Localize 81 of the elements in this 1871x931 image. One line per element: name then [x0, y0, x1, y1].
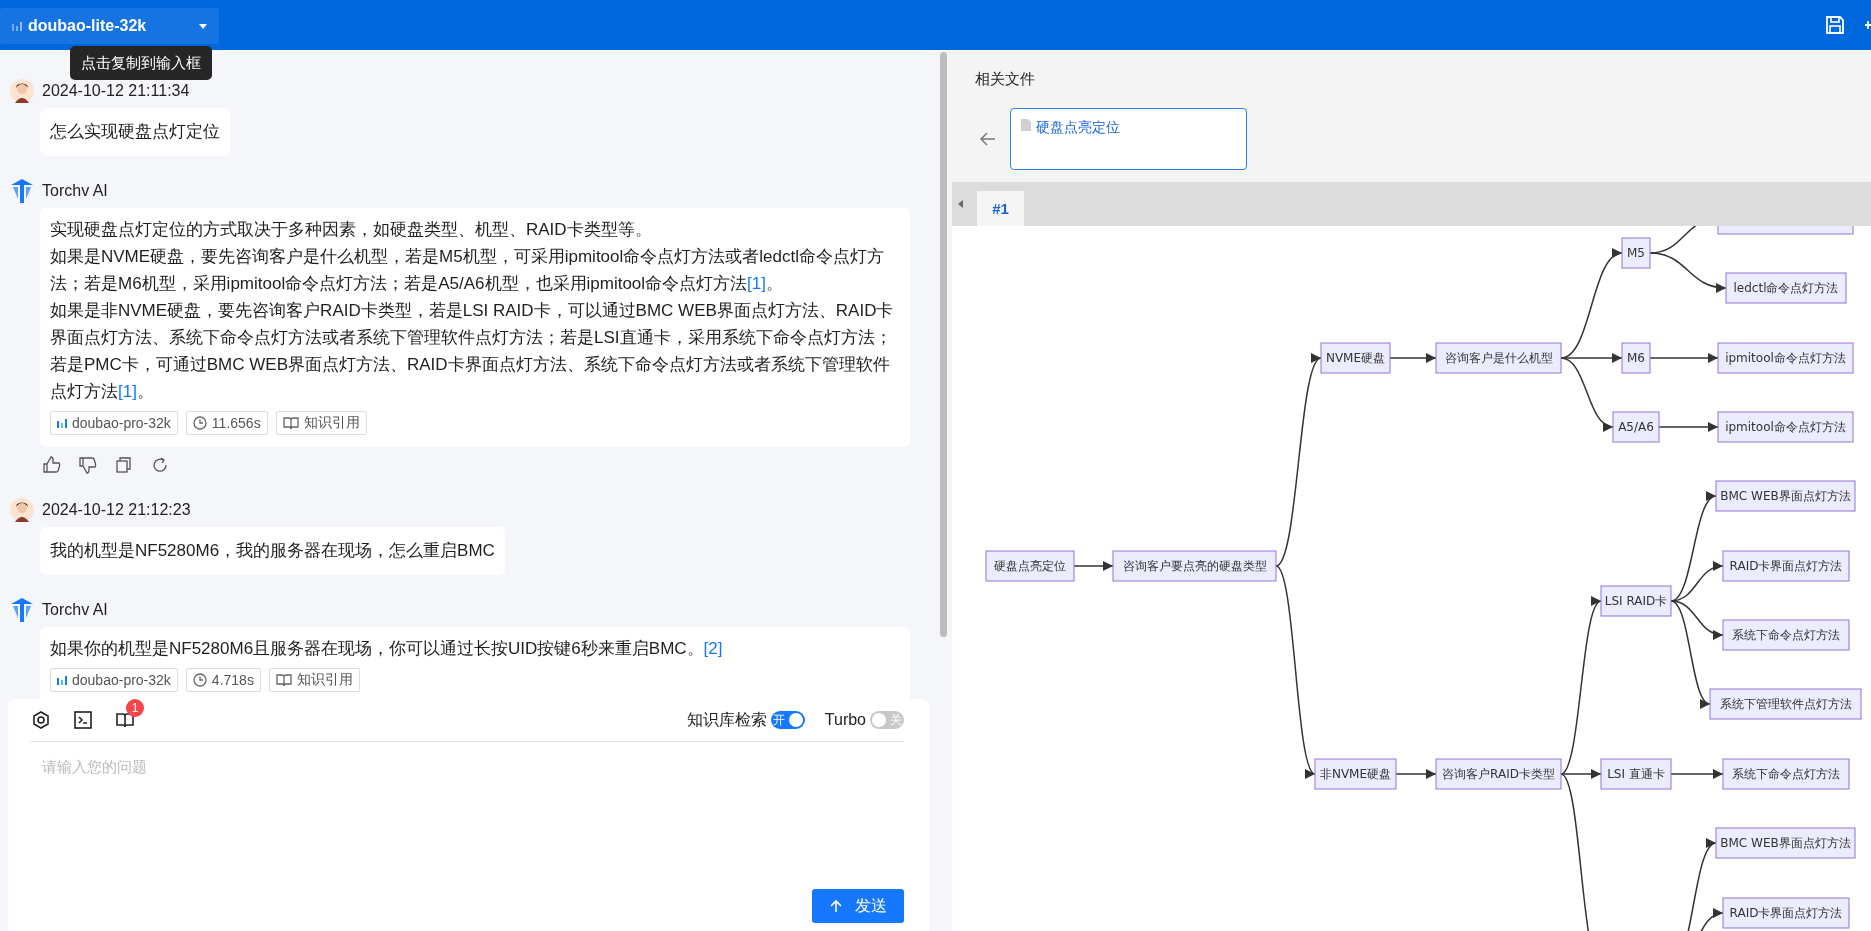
- edge-arrow: [1658, 422, 1719, 432]
- info-tag: 知识引用: [268, 668, 360, 692]
- toggle-label: Turbo: [824, 711, 866, 729]
- logo-icon: [10, 179, 34, 203]
- diagram-node: A5/A6: [1612, 411, 1660, 443]
- info-tag: 知识引用: [275, 411, 367, 435]
- back-arrow-icon[interactable]: [980, 132, 996, 146]
- info-tag: doubao-pro-32k: [50, 668, 178, 692]
- diagram-node: RAID卡界面点灯方法: [1722, 550, 1850, 582]
- diagram-node: ledctl命令点灯方法: [1725, 272, 1847, 304]
- tooltip: 点击复制到输入框: [70, 46, 212, 80]
- answer-text: 如果是NVME硬盘，要先咨询客户是什么机型，若是M5机型，可采用ipmitool命令点灯方法或者ledctl命令点灯方法；若是M6机型，采用ipmitool命令点灯方法；若是A5/A6机型，也采用ipmitool命令点灯方法[1]。: [50, 246, 885, 295]
- info-tag: 11.656s: [185, 411, 268, 435]
- bar-chart-icon: [12, 21, 22, 31]
- diagram-node: ipmitool命令点灯方法: [1717, 342, 1854, 374]
- info-tag: doubao-pro-32k: [50, 411, 178, 435]
- citation-link[interactable]: [1]: [118, 382, 137, 401]
- scrollbar-thumb[interactable]: [940, 52, 947, 637]
- clock-icon: [192, 673, 207, 687]
- toggle-label: 知识库检索: [686, 709, 767, 730]
- edge-arrow: [1389, 353, 1437, 363]
- section-title: 相关文件: [975, 70, 1036, 89]
- tab[interactable]: #1: [977, 191, 1024, 226]
- book-icon: [282, 416, 299, 430]
- avatar-icon: [10, 79, 34, 103]
- user-message: 我的机型是NF5280M6，我的服务器在现场，怎么重启BMC: [40, 527, 505, 575]
- diagram-node: 系统下命令点灯方法: [1722, 758, 1850, 790]
- document-icon: [1021, 119, 1031, 131]
- bar-chart-icon: [57, 418, 67, 428]
- diagram-node: LSI 直通卡: [1600, 758, 1672, 790]
- sender-name: Torchv AI: [42, 601, 108, 619]
- diagram-node: NVME硬盘: [1320, 342, 1391, 374]
- info-tag: 4.718s: [185, 668, 261, 692]
- scroll-left-icon[interactable]: [958, 200, 963, 208]
- model-selector[interactable]: doubao-lite-32k: [0, 8, 219, 44]
- diagram-node: 硬盘点亮定位: [985, 550, 1075, 582]
- answer-text: 实现硬盘点灯定位的方式取决于多种因素，如硬盘类型、机型、RAID卡类型等。: [50, 219, 653, 241]
- citation-link[interactable]: [2]: [703, 639, 723, 658]
- thumbs-up-button[interactable]: [42, 455, 62, 475]
- avatar-icon: [10, 498, 34, 522]
- bar-chart-icon: [57, 675, 67, 685]
- diagram-node: BMC WEB界面点灯方法: [1715, 480, 1856, 512]
- diagram-node: BMC WEB界面点灯方法: [1715, 827, 1856, 859]
- citation-link[interactable]: [1]: [747, 274, 766, 293]
- edge-arrow: [1395, 769, 1437, 779]
- user-message: 怎么实现硬盘点灯定位: [40, 108, 230, 156]
- terminal-button[interactable]: [72, 709, 94, 731]
- caret-icon: [199, 23, 207, 29]
- arrow-up-icon: [829, 899, 843, 913]
- diagram-node: 系统下管理软件点灯方法: [1709, 688, 1862, 720]
- refresh-button[interactable]: [150, 455, 170, 475]
- diagram-node: 系统下命令点灯方法: [1722, 619, 1850, 651]
- diagram-node: ipmitool命令点灯方法: [1717, 411, 1854, 443]
- sender-name: Torchv AI: [42, 182, 108, 200]
- book-icon: [275, 673, 292, 687]
- count-badge: 1: [126, 699, 144, 717]
- clock-icon: [192, 416, 207, 430]
- diagram-node: RAID卡界面点灯方法: [1722, 897, 1850, 929]
- save-icon[interactable]: [1825, 15, 1845, 35]
- send-button[interactable]: 发送: [812, 889, 904, 923]
- diagram-node: 咨询客户RAID卡类型: [1435, 758, 1562, 790]
- diagram-node: LSI RAID卡: [1600, 585, 1672, 617]
- logo-icon: [10, 598, 34, 622]
- toolbar-icon[interactable]: [1865, 19, 1871, 31]
- diagram-node: 咨询客户是什么机型: [1435, 342, 1562, 374]
- answer-text: 如果是非NVME硬盘，要先咨询客户RAID卡类型，若是LSI RAID卡，可以通过BMC WEB界面点灯方法、RAID卡界面点灯方法、系统下命令点灯方法或者系统下管理软件点灯方法；若是LSI直通卡，采用系统下命令点灯方法；若是PMC卡，可通过BMC WEB界面点灯方法、RAID卡界面点灯方法、系统下命令点灯方法或者系统下管理软件点灯方法[1]。: [50, 300, 895, 403]
- diagram-node: M6: [1621, 342, 1651, 374]
- file-card[interactable]: 硬盘点亮定位: [1010, 108, 1247, 170]
- answer-text: 如果你的机型是NF5280M6且服务器在现场，你可以通过长按UID按键6秒来重启BMC。[2]: [50, 638, 724, 660]
- thumbs-down-button[interactable]: [78, 455, 98, 475]
- timestamp: 2024-10-12 21:12:23: [42, 501, 191, 519]
- edge-arrow: [1073, 561, 1114, 571]
- timestamp: 2024-10-12 21:11:34: [42, 82, 190, 100]
- edge-arrow: [1649, 353, 1719, 363]
- diagram-node: 非NVME硬盘: [1314, 758, 1397, 790]
- toggle-switch[interactable]: 开: [770, 711, 805, 729]
- plugin-button[interactable]: [30, 709, 52, 731]
- edge-arrow: [1670, 769, 1724, 779]
- diagram-node: 咨询客户要点亮的硬盘类型: [1112, 550, 1277, 582]
- copy-button[interactable]: [114, 455, 134, 475]
- diagram-node: M5: [1621, 237, 1651, 269]
